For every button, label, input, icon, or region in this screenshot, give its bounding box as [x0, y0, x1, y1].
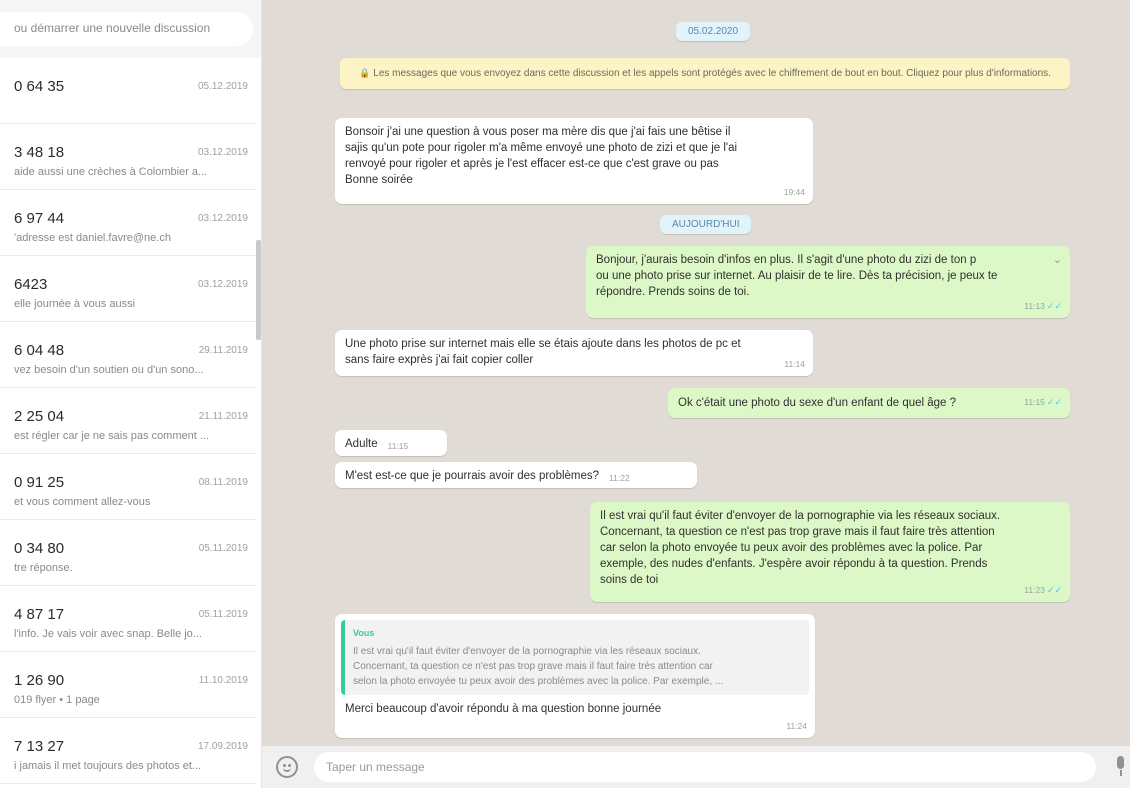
encryption-notice-text: Les messages que vous envoyez dans cette… [373, 68, 1051, 79]
date-chip: 05.02.2020 [676, 22, 751, 41]
message-text: Bonsoir j'ai une question à vous poser m… [345, 126, 738, 186]
search-input[interactable]: ou démarrer une nouvelle discussion [0, 12, 253, 46]
message-text: Adulte [345, 438, 378, 450]
chat-preview: l'info. Je vais voir avec snap. Belle jo… [14, 628, 202, 640]
chat-contact-name: 2 25 04 [14, 408, 65, 425]
chat-list-item[interactable]: 6423 03.12.2019 elle journée à vous auss… [0, 256, 256, 322]
message-time: 19:44 [783, 187, 805, 197]
chat-contact-name: 0 34 80 [14, 540, 65, 557]
incoming-message[interactable]: M'est est-ce que je pourrais avoir des p… [335, 462, 697, 488]
chat-preview: elle journée à vous aussi [14, 298, 136, 310]
incoming-message[interactable]: Adulte 11:15 [335, 430, 447, 456]
read-receipt-icon: ✓✓ [1046, 397, 1062, 407]
message-text: M'est est-ce que je pourrais avoir des p… [345, 470, 600, 482]
chat-date: 03.12.2019 [197, 279, 248, 290]
chat-date: 03.12.2019 [197, 213, 248, 224]
chat-list-item[interactable]: 6 04 48 29.11.2019 vez besoin d'un souti… [0, 322, 256, 388]
encryption-notice[interactable]: 🔒 Les messages que vous envoyez dans cett… [340, 58, 1070, 89]
chat-preview: i jamais il met toujours des photos et..… [14, 760, 202, 772]
chat-list-item[interactable]: 1 26 90 11.10.2019 019 flyer • 1 page [0, 652, 256, 718]
chat-preview: est régler car je ne sais pas comment ..… [14, 430, 210, 442]
chat-date: 03.12.2019 [197, 147, 248, 158]
message-time: 11:15 ✓✓ [1024, 394, 1062, 410]
chat-preview: aide aussi une crèches à Colombier a... [14, 166, 208, 178]
chat-preview: tre réponse. [14, 562, 73, 574]
message-text: Ok c'était une photo du sexe d'un enfant… [678, 397, 957, 409]
message-time: 11:24 [786, 721, 807, 731]
chat-list-item[interactable]: 0 91 25 08.11.2019 et vous comment allez… [0, 454, 256, 520]
chat-date: 21.11.2019 [198, 411, 248, 422]
message-time: 11:13 ✓✓ [1024, 298, 1062, 314]
message-text: Il est vrai qu'il faut éviter d'envoyer … [600, 510, 1001, 586]
chat-list-item[interactable]: 2 25 04 21.11.2019 est régler car je ne … [0, 388, 256, 454]
chat-date: 29.11.2019 [198, 345, 248, 356]
chat-contact-name: 4 87 17 [14, 606, 65, 623]
chat-date: 05.11.2019 [198, 609, 248, 620]
incoming-message[interactable]: Une photo prise sur internet mais elle s… [335, 330, 813, 376]
chat-contact-name: 6423 [14, 276, 48, 293]
chat-contact-name: 6 97 44 [14, 210, 65, 227]
message-input[interactable] [314, 752, 1096, 782]
quoted-message[interactable]: Vous Il est vrai qu'il faut éviter d'env… [341, 620, 809, 695]
read-receipt-icon: ✓✓ [1046, 301, 1062, 311]
conversation-pane: 05.02.2020 🔒 Les messages que vous envoye… [262, 0, 1130, 788]
sidebar-scrollbar[interactable] [256, 240, 261, 340]
chat-list-item[interactable]: 7 13 27 17.09.2019 i jamais il met toujo… [0, 718, 256, 784]
compose-bar [262, 746, 1130, 788]
message-text: Bonjour, j'aurais besoin d'infos en plus… [596, 254, 998, 298]
chat-date: 11.10.2019 [198, 675, 248, 686]
chevron-down-icon[interactable]: ⌄ [1053, 252, 1062, 268]
today-chip: AUJOURD'HUI [660, 215, 752, 234]
chat-contact-name: 7 13 27 [14, 738, 65, 755]
chat-preview: 019 flyer • 1 page [14, 694, 100, 706]
quote-text: Il est vrai qu'il faut éviter d'envoyer … [353, 646, 724, 687]
chat-contact-name: 0 64 35 [14, 78, 65, 95]
chat-preview: 'adresse est daniel.favre@ne.ch [14, 232, 171, 244]
outgoing-message[interactable]: Il est vrai qu'il faut éviter d'envoyer … [590, 502, 1070, 602]
message-text-wrap: Adulte 11:15 [335, 430, 447, 458]
chat-contact-name: 1 26 90 [14, 672, 65, 689]
chat-list-item[interactable]: 4 87 17 05.11.2019 l'info. Je vais voir … [0, 586, 256, 652]
message-time: 11:22 [609, 473, 630, 483]
chat-contact-name: 6 04 48 [14, 342, 65, 359]
chat-preview: et vous comment allez-vous [14, 496, 151, 508]
message-time-text: 11:13 [1024, 301, 1045, 311]
read-receipt-icon: ✓✓ [1046, 585, 1062, 595]
lock-icon: 🔒 [359, 68, 371, 78]
quote-author: Vous [353, 628, 375, 638]
chat-date: 05.11.2019 [198, 543, 248, 554]
incoming-message[interactable]: Bonsoir j'ai une question à vous poser m… [335, 118, 813, 204]
message-time: 11:23 ✓✓ [1024, 582, 1062, 598]
microphone-icon[interactable] [1114, 756, 1126, 778]
message-time-text: 11:15 [1024, 397, 1045, 407]
chat-preview: vez besoin d'un soutien ou d'un sono... [14, 364, 204, 376]
message-time: 11:14 [784, 359, 805, 369]
chat-list-sidebar: ou démarrer une nouvelle discussion 0 64… [0, 0, 262, 788]
chat-list-item[interactable]: 6 97 44 03.12.2019 'adresse est daniel.f… [0, 190, 256, 256]
chat-date: 17.09.2019 [197, 741, 248, 752]
message-text-wrap: M'est est-ce que je pourrais avoir des p… [335, 462, 697, 490]
incoming-reply-message[interactable]: Vous Il est vrai qu'il faut éviter d'env… [335, 614, 815, 738]
chat-contact-name: 0 91 25 [14, 474, 65, 491]
chat-list-item[interactable]: 3 48 18 03.12.2019 aide aussi une crèche… [0, 124, 256, 190]
chat-list-item[interactable]: 0 64 35 05.12.2019 [0, 58, 256, 124]
message-text: Une photo prise sur internet mais elle s… [345, 338, 741, 366]
chat-date: 05.12.2019 [197, 81, 248, 92]
outgoing-message[interactable]: Bonjour, j'aurais besoin d'infos en plus… [586, 246, 1070, 318]
emoji-icon[interactable] [276, 756, 298, 778]
message-time: 11:15 [387, 441, 409, 451]
outgoing-message[interactable]: Ok c'était une photo du sexe d'un enfant… [668, 388, 1070, 418]
chat-contact-name: 3 48 18 [14, 144, 65, 161]
search-bar: ou démarrer une nouvelle discussion [0, 0, 261, 58]
message-time-text: 11:23 [1024, 585, 1045, 595]
chat-list-item[interactable]: 0 34 80 05.11.2019 tre réponse. [0, 520, 256, 586]
chat-date: 08.11.2019 [198, 477, 248, 488]
message-text: Merci beaucoup d'avoir répondu à ma ques… [345, 703, 662, 715]
